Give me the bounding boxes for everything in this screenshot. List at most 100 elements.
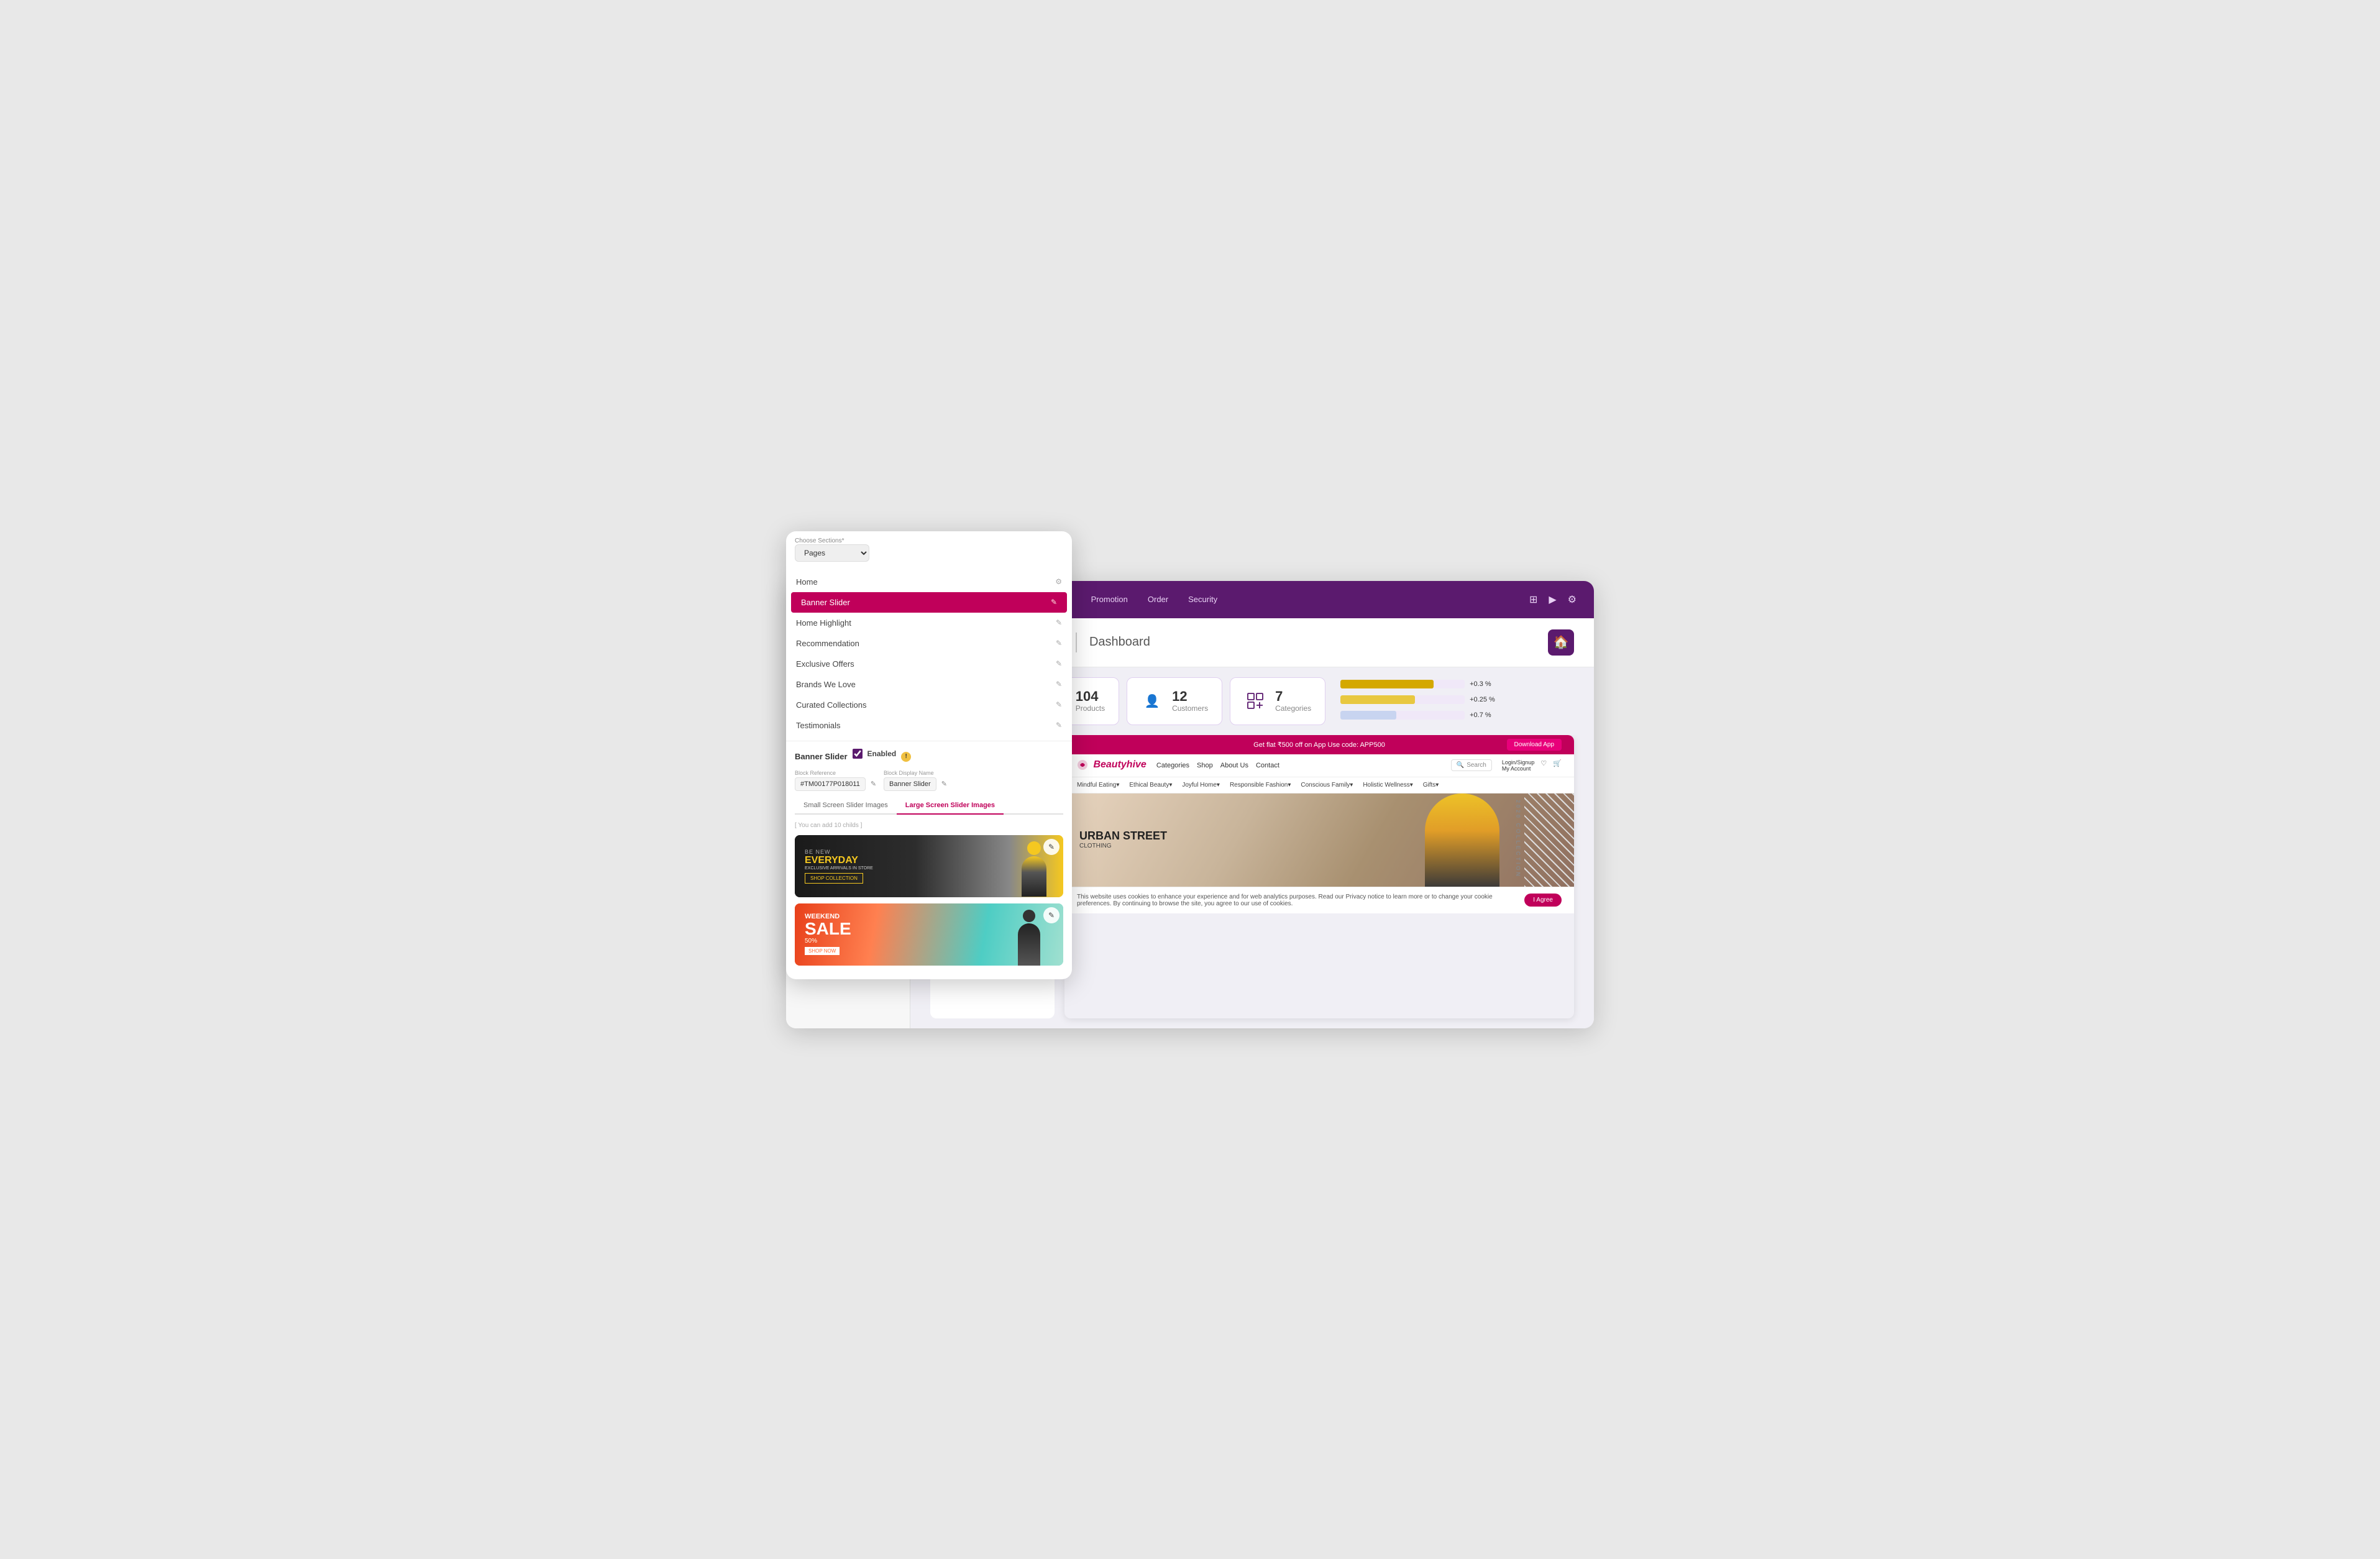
banner-2-text: WEEKEND SALE 50% SHOP NOW [805,913,851,956]
progress-bar-3: +0.7 % [1340,711,1567,720]
pb-fill-3 [1340,711,1396,720]
fp-block-display-group: Block Display Name Banner Slider ✎ [884,770,947,791]
progress-bar-1: +0.3 % [1340,680,1567,688]
fp-section-exclusive-offers-label: Exclusive Offers [796,659,1050,669]
fp-section-curated-collections[interactable]: Curated Collections ✎ [786,695,1072,715]
store-nav-shop[interactable]: Shop [1197,762,1213,769]
fp-header: Choose Sections* Pages [786,531,1072,562]
customers-info: 12 Customers [1172,689,1208,713]
fp-section-testimonials-edit[interactable]: ✎ [1056,721,1062,729]
fp-section-exclusive-offers-edit[interactable]: ✎ [1056,659,1062,668]
banner-1-subtitle: EXCLUSIVE ARRIVALS IN STORE [805,866,873,871]
cart-icon[interactable]: 🛒 [1553,759,1562,772]
pb-fill-2 [1340,695,1415,704]
hero-pattern [1524,793,1574,887]
fp-tab-small[interactable]: Small Screen Slider Images [795,797,897,815]
store-search[interactable]: 🔍 Search [1451,759,1492,771]
home-icon[interactable]: 🏠 [1548,629,1574,656]
fp-banner1-edit-btn[interactable]: ✎ [1043,839,1060,855]
search-icon-store: 🔍 [1457,762,1464,769]
fp-choose-label: Choose Sections* [795,537,869,544]
topbar-message: Get flat ₹500 off on App Use code: APP50… [1253,741,1385,749]
fp-nav-home[interactable]: Home ⚙ [786,572,1072,592]
categories-info: 7 Categories [1275,689,1311,713]
fp-section-banner-slider[interactable]: Banner Slider ✎ [791,592,1067,613]
banner-1-cta[interactable]: SHOP COLLECTION [805,873,863,884]
fp-pages-dropdown[interactable]: Pages [795,544,869,562]
fp-section-testimonials[interactable]: Testimonials ✎ [786,715,1072,736]
banner-1-preview: BE NEW EVERYDAY EXCLUSIVE ARRIVALS IN ST… [795,835,1063,897]
pb-label-3: +0.7 % [1470,711,1491,719]
fp-block-ref-label: Block Reference [795,770,876,776]
banner-1-tagline: BE NEW [805,849,873,855]
cat-holistic[interactable]: Holistic Wellness▾ [1363,782,1412,789]
fp-image-slot-1: BE NEW EVERYDAY EXCLUSIVE ARRIVALS IN ST… [795,835,1063,897]
fp-section-banner-slider-edit[interactable]: ✎ [1051,598,1057,606]
fp-section-brands-we-love[interactable]: Brands We Love ✎ [786,674,1072,695]
banner-2-preview: WEEKEND SALE 50% SHOP NOW [795,903,1063,966]
hero-text: URBAN STREET CLOTHING [1079,830,1167,849]
fp-home-gear[interactable]: ⚙ [1055,577,1062,586]
fp-block-ref-edit[interactable]: ✎ [871,780,876,788]
cat-joyful[interactable]: Joyful Home▾ [1182,782,1220,789]
fp-home-label: Home [796,577,1049,587]
fp-section-recommendation[interactable]: Recommendation ✎ [786,633,1072,654]
banner-2-discount: 50% [805,938,851,944]
store-nav: Beautyhive Categories Shop About Us Cont… [1064,754,1574,777]
play-icon[interactable]: ▶ [1549,593,1556,606]
login-signup-link[interactable]: Login/SignupMy Account [1502,759,1535,772]
categories-icon [1244,690,1266,712]
cat-gifts[interactable]: Gifts▾ [1423,782,1439,789]
banner-2-person [1014,910,1045,966]
nav-promotion[interactable]: Promotion [1091,595,1128,604]
products-label: Products [1076,704,1105,713]
pb-bg-3 [1340,711,1465,720]
fp-section-curated-label: Curated Collections [796,700,1050,710]
header-divider [1076,633,1077,652]
fp-section-recommendation-edit[interactable]: ✎ [1056,639,1062,647]
nav-order[interactable]: Order [1148,595,1168,604]
fp-section-testimonials-label: Testimonials [796,721,1050,730]
progress-bars-section: +0.3 % +0.25 % +0.7 % [1333,677,1574,725]
fp-tab-large[interactable]: Large Screen Slider Images [897,797,1004,815]
stat-categories: 7 Categories [1230,677,1325,725]
pb-label-2: +0.25 % [1470,696,1495,703]
store-nav-categories[interactable]: Categories [1156,762,1189,769]
pb-fill-1 [1340,680,1434,688]
fp-banner2-edit-btn[interactable]: ✎ [1043,907,1060,923]
nav-security[interactable]: Security [1188,595,1217,604]
store-nav-contact[interactable]: Contact [1256,762,1279,769]
cat-mindful[interactable]: Mindful Eating▾ [1077,782,1119,789]
cat-ethical[interactable]: Ethical Beauty▾ [1129,782,1172,789]
wishlist-icon[interactable]: ♡ [1540,759,1547,772]
hero-subtitle: CLOTHING [1079,843,1167,849]
hero-collection-text: 2020 COLLECTION [1515,800,1521,878]
cat-responsible[interactable]: Responsible Fashion▾ [1230,782,1291,789]
fp-section-brands-label: Brands We Love [796,680,1050,689]
store-nav-about[interactable]: About Us [1220,762,1248,769]
customers-label: Customers [1172,704,1208,713]
banner-2-cta[interactable]: SHOP NOW [805,947,840,955]
cat-conscious[interactable]: Conscious Family▾ [1301,782,1353,789]
banner-2-title: SALE [805,920,851,938]
fp-section-home-highlight-edit[interactable]: ✎ [1056,618,1062,627]
customers-icon: 👤 [1141,690,1163,712]
fp-block-display-edit[interactable]: ✎ [941,780,947,788]
cookie-agree-button[interactable]: I Agree [1524,894,1562,907]
fp-section-exclusive-offers[interactable]: Exclusive Offers ✎ [786,654,1072,674]
download-app-button[interactable]: Download App [1507,739,1562,751]
settings-icon[interactable]: ⚙ [1568,593,1577,606]
grid-icon[interactable]: ⊞ [1529,593,1537,606]
fp-section-home-highlight[interactable]: Home Highlight ✎ [786,613,1072,633]
fp-section-home-highlight-label: Home Highlight [796,618,1050,628]
experience-manager-subtitle: Dashboard [1089,635,1150,649]
store-nav-actions: Login/SignupMy Account ♡ 🛒 [1502,759,1562,772]
store-hero: URBAN STREET CLOTHING 2020 COLLECTION [1064,793,1574,887]
fp-section-brands-edit[interactable]: ✎ [1056,680,1062,688]
fp-section-curated-edit[interactable]: ✎ [1056,700,1062,709]
fp-header-top: Choose Sections* Pages [795,537,1063,562]
fp-block-ref-group: Block Reference #TM00177P018011 ✎ [795,770,876,791]
products-info: 104 Products [1076,689,1105,713]
fp-slider-header: Banner Slider Enabled ! [795,749,1063,765]
fp-enabled-checkbox[interactable] [853,749,863,759]
